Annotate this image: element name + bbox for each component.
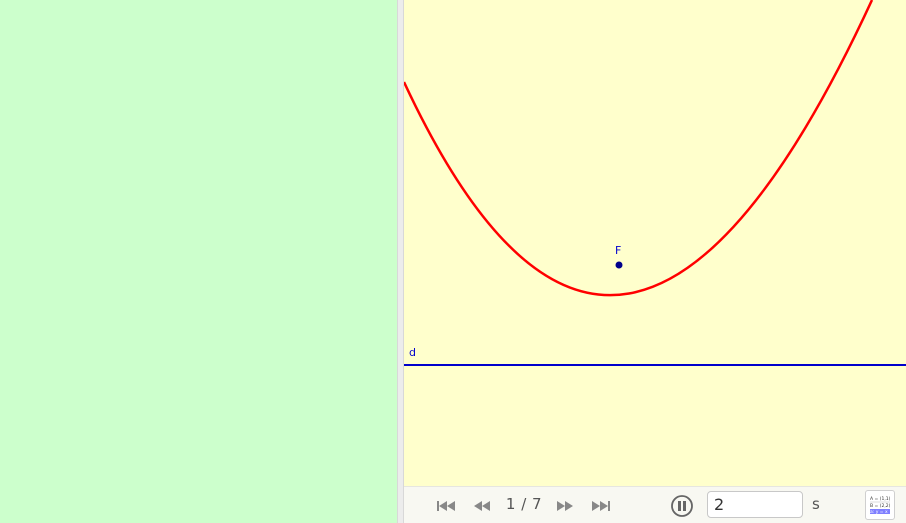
parabola-curve[interactable] [404, 0, 874, 297]
left-panel [0, 0, 397, 523]
algebra-icon-line3: a: y = x [870, 510, 888, 515]
rewind-icon[interactable] [470, 495, 494, 517]
graphics-view[interactable]: d F [404, 0, 906, 486]
focus-point[interactable] [615, 261, 623, 269]
page-counter: 1 / 7 [505, 495, 543, 513]
speed-unit-label: s [812, 495, 820, 513]
algebra-icon-line2: B = (2,2) [870, 503, 891, 509]
fast-forward-icon[interactable] [553, 495, 577, 517]
animation-speed-input[interactable] [707, 491, 803, 518]
algebra-icon-line1: A = (1,1) [870, 496, 891, 502]
pause-icon[interactable] [670, 494, 694, 518]
graphics-canvas[interactable]: d F [404, 0, 906, 486]
directrix-label: d [409, 346, 416, 359]
focus-label: F [615, 244, 621, 257]
playback-toolbar: 1 / 7 s A = (1,1) B = (2,2) a: y = x [404, 486, 906, 523]
panel-divider[interactable] [397, 0, 404, 523]
skip-to-start-icon[interactable] [434, 495, 458, 517]
algebra-view-icon[interactable]: A = (1,1) B = (2,2) a: y = x [865, 490, 895, 520]
skip-to-end-icon[interactable] [589, 495, 613, 517]
